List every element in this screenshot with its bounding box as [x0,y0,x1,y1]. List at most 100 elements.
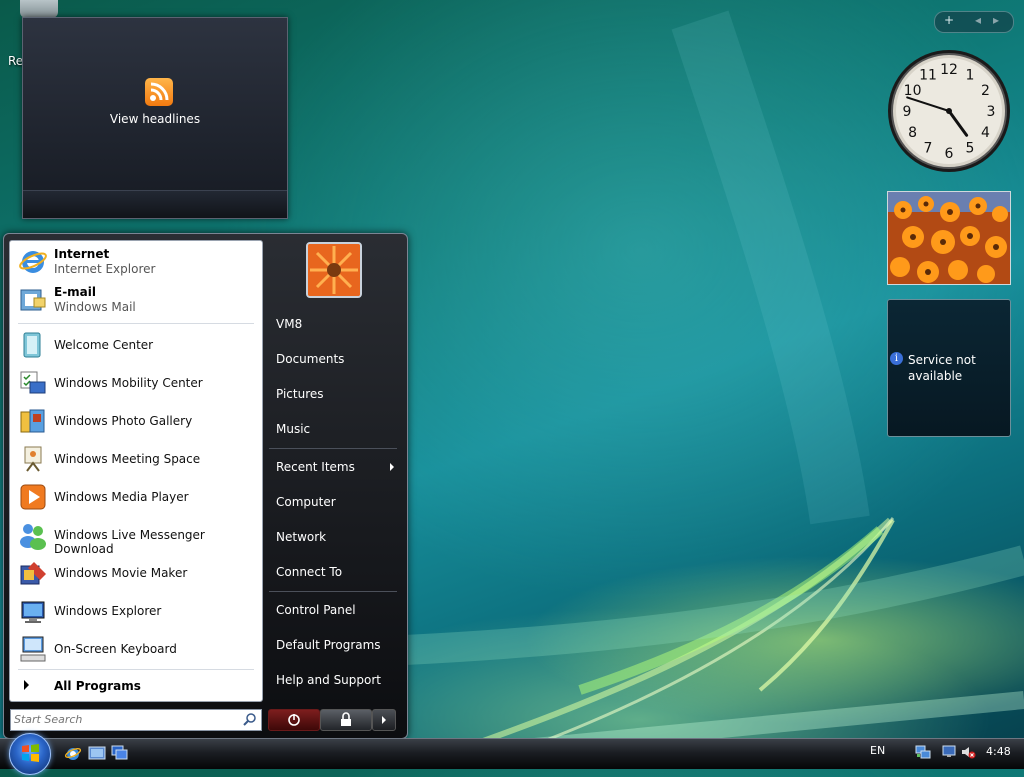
program-label: Welcome Center [54,338,154,352]
meeting-space-icon [24,446,42,472]
right-item-label: Connect To [276,565,343,579]
clock-gadget[interactable]: 12 12 3 45678 9 1011 [886,48,1012,174]
right-separator-1 [269,448,397,449]
program-onscreen-keyboard[interactable]: On-Screen Keyboard [14,631,258,667]
program-media-player[interactable]: Windows Media Player [14,479,258,515]
display-icon[interactable] [942,744,958,760]
language-indicator[interactable]: EN [870,744,885,757]
windows-mail-icon [20,289,46,311]
recycle-bin-label[interactable]: Re [8,54,23,68]
slideshow-gadget[interactable] [887,191,1011,285]
program-meeting-space[interactable]: Windows Meeting Space [14,441,258,477]
program-live-messenger[interactable]: Windows Live Messenger Download [14,517,258,556]
clock-number: 8 [908,125,917,141]
right-item-label: Recent Items [276,460,355,474]
clock-number: 7 [924,140,933,156]
messenger-icon [20,524,46,550]
recycle-bin-icon[interactable] [20,0,58,18]
show-desktop-icon[interactable] [88,745,106,761]
add-gadget-button[interactable]: + [944,13,954,27]
feed-footer [23,190,287,218]
right-item-label: Documents [276,352,345,366]
start-button[interactable] [9,733,51,775]
next-gadgets-button[interactable]: ▸ [993,13,999,27]
right-item-pictures[interactable]: Pictures [266,380,398,408]
all-programs-separator [18,669,254,670]
power-button[interactable] [268,709,320,731]
volume-muted-icon[interactable] [960,744,976,760]
right-item-label: Computer [276,495,336,509]
weather-message: Service not available [908,353,976,383]
rss-icon [145,78,173,106]
pinned-internet-subtitle: Internet Explorer [54,262,156,276]
pinned-internet[interactable]: Internet Internet Explorer [14,243,258,279]
slideshow-image [888,192,1010,284]
right-item-user[interactable]: VM8 [266,310,398,338]
right-item-music[interactable]: Music [266,415,398,443]
photo-gallery-icon [20,409,45,433]
power-controls [268,709,396,731]
lock-button[interactable] [320,709,372,731]
right-item-label: Network [276,530,327,544]
right-item-computer[interactable]: Computer [266,488,398,516]
program-label: Windows Live Messenger Download [54,528,205,556]
clock-time[interactable]: 4:48 [986,745,1011,758]
shutdown-options-button[interactable] [372,709,396,731]
chevron-right-icon [382,716,386,724]
program-windows-explorer[interactable]: Windows Explorer [14,593,258,629]
program-label: Windows Movie Maker [54,566,188,580]
info-icon: i [890,352,903,365]
all-programs-label: All Programs [54,679,141,693]
prev-gadgets-button[interactable]: ◂ [975,13,981,27]
clock-number: 5 [966,140,975,156]
media-player-icon [20,484,46,510]
right-item-network[interactable]: Network [266,523,398,551]
search-icon[interactable] [243,712,257,726]
right-item-connect-to[interactable]: Connect To [266,558,398,586]
switch-windows-icon[interactable] [111,745,129,761]
pinned-email[interactable]: E-mail Windows Mail [14,281,258,317]
pinned-email-subtitle: Windows Mail [54,300,136,314]
right-item-label: Control Panel [276,603,356,617]
weather-gadget[interactable]: i Service not available [887,299,1011,437]
program-label: Windows Media Player [54,490,189,504]
program-mobility-center[interactable]: Windows Mobility Center [14,365,258,401]
right-item-default-programs[interactable]: Default Programs [266,631,398,659]
program-movie-maker[interactable]: Windows Movie Maker [14,555,258,591]
movie-maker-icon [20,562,46,585]
start-menu-programs-pane: Internet Internet Explorer E-mail Window… [9,240,263,702]
all-programs-button[interactable]: All Programs [14,675,258,697]
right-item-label: Help and Support [276,673,381,687]
start-search-box[interactable] [10,709,262,731]
clock-number: 11 [919,68,937,84]
program-photo-gallery[interactable]: Windows Photo Gallery [14,403,258,439]
mobility-center-icon [20,371,46,394]
program-welcome-center[interactable]: Welcome Center [14,327,258,363]
internet-explorer-icon[interactable] [64,745,82,761]
program-label: Windows Mobility Center [54,376,203,390]
pinned-email-title: E-mail [54,285,97,299]
clock-number: 12 [940,62,958,78]
clock-number: 9 [903,104,912,120]
user-picture[interactable] [306,242,362,298]
program-label: On-Screen Keyboard [54,642,177,656]
network-icon[interactable] [915,744,931,760]
pinned-internet-title: Internet [54,247,110,261]
windows-logo-icon [22,744,39,762]
view-headlines-label[interactable]: View headlines [23,112,287,126]
keyboard-icon [20,636,46,662]
right-item-documents[interactable]: Documents [266,345,398,373]
program-label: Windows Photo Gallery [54,414,193,428]
start-search-input[interactable] [14,711,234,727]
right-item-help-support[interactable]: Help and Support [266,666,398,694]
welcome-center-icon [23,332,41,358]
internet-explorer-icon [19,251,47,273]
lock-icon [341,712,351,726]
feed-headlines-gadget[interactable]: View headlines [22,17,288,219]
right-item-control-panel[interactable]: Control Panel [266,596,398,624]
right-item-recent-items[interactable]: Recent Items [266,453,398,481]
right-item-label: Default Programs [276,638,381,652]
sidebar-controls: + ◂ ▸ [934,11,1014,33]
flower-avatar-icon [308,244,360,296]
start-menu: Internet Internet Explorer E-mail Window… [3,233,408,739]
